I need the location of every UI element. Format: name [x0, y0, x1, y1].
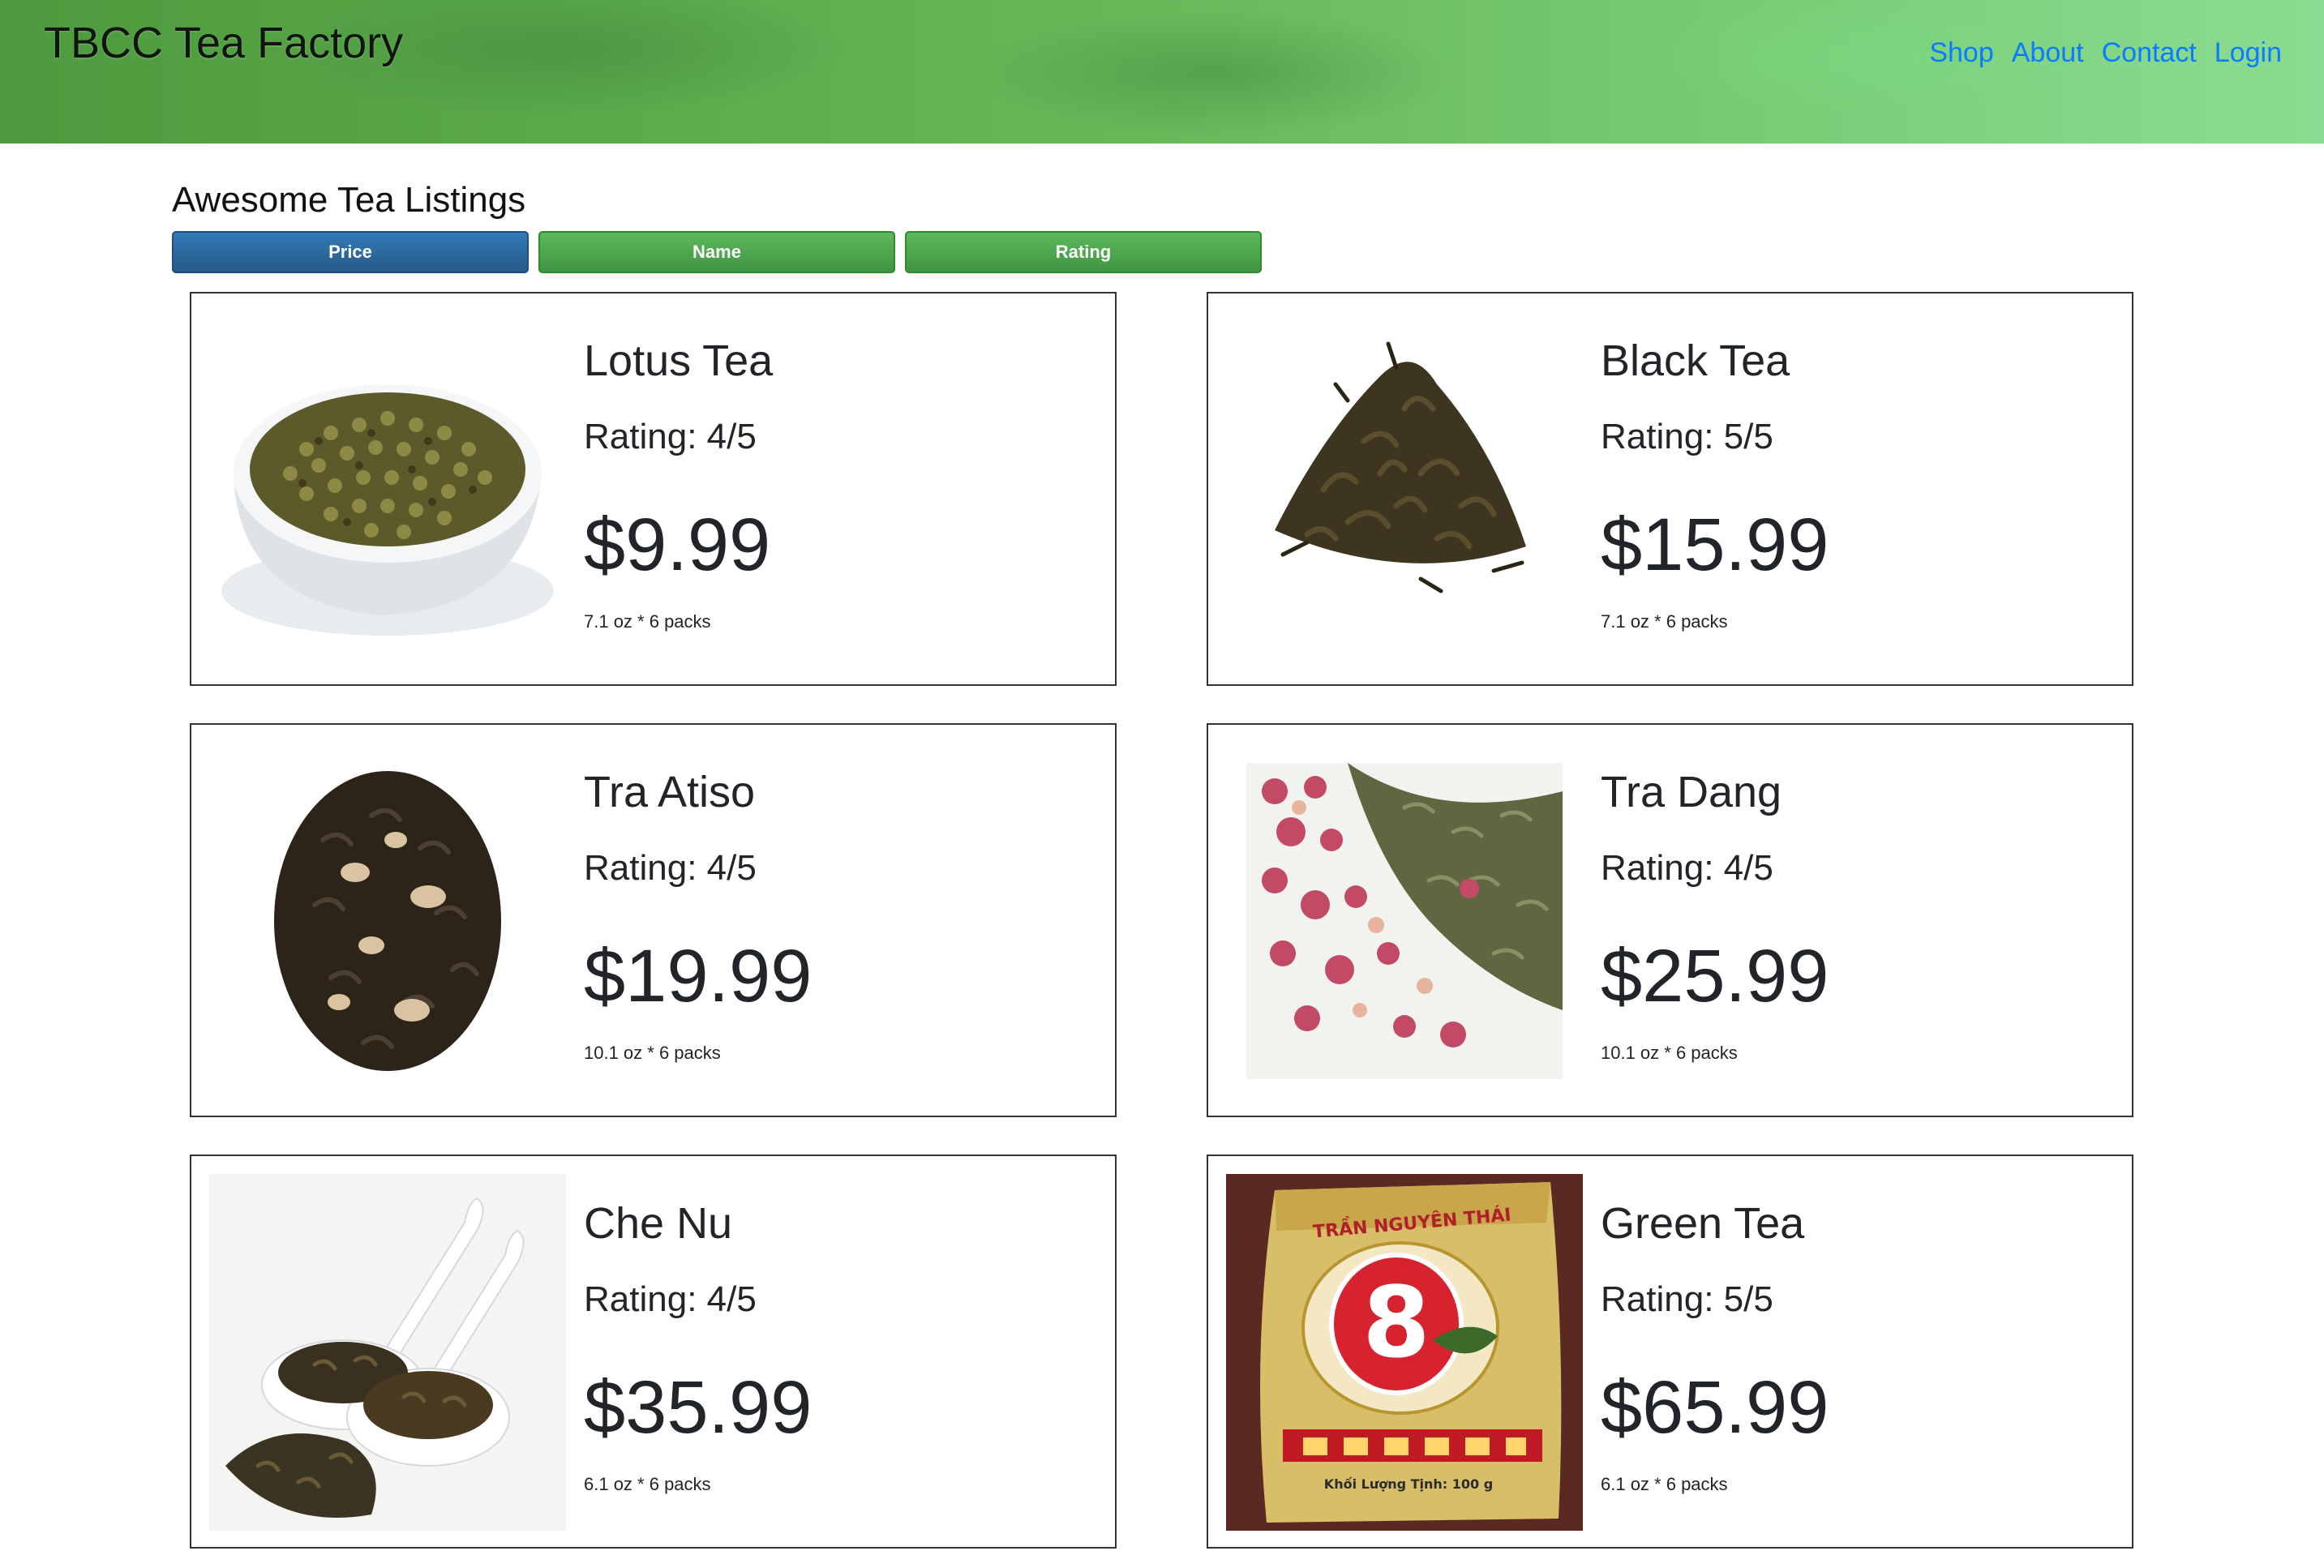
product-size: 10.1 oz * 6 packs: [584, 1043, 721, 1063]
product-image: [1226, 743, 1583, 1099]
product-image: [1226, 311, 1583, 668]
product-size: 6.1 oz * 6 packs: [1601, 1474, 1728, 1494]
jasmine-leaf-pile-icon: [209, 743, 566, 1099]
rosebud-tea-icon: [1226, 743, 1583, 1099]
product-rating: Rating: 5/5: [1601, 417, 1773, 456]
sort-by-name-button[interactable]: Name: [538, 231, 895, 273]
product-price: $19.99: [584, 935, 813, 1017]
product-rating: Rating: 4/5: [1601, 848, 1773, 888]
package-number-text: 8: [1362, 1267, 1430, 1380]
product-rating: Rating: 5/5: [1601, 1279, 1773, 1319]
loose-leaf-pile-icon: [1226, 311, 1583, 668]
product-price: $15.99: [1601, 503, 1829, 586]
product-image: TRẦN NGUYÊN THÁI 8 Khối Lượng Tịnh: 100 …: [1226, 1174, 1583, 1531]
page-title: Awesome Tea Listings: [172, 180, 526, 220]
product-image: [209, 1174, 566, 1531]
product-card[interactable]: Lotus Tea Rating: 4/5 $9.99 7.1 oz * 6 p…: [190, 292, 1117, 686]
product-size: 7.1 oz * 6 packs: [1601, 611, 1728, 632]
nav-link-login[interactable]: Login: [2215, 37, 2282, 69]
product-name: Black Tea: [1601, 336, 1790, 385]
product-card[interactable]: Black Tea Rating: 5/5 $15.99 7.1 oz * 6 …: [1207, 292, 2133, 686]
product-price: $9.99: [584, 503, 771, 586]
product-name: Lotus Tea: [584, 336, 774, 385]
package-weight-text: Khối Lượng Tịnh: 100 g: [1324, 1476, 1493, 1492]
product-rating: Rating: 4/5: [584, 848, 757, 888]
product-card[interactable]: Tra Atiso Rating: 4/5 $19.99 10.1 oz * 6…: [190, 723, 1117, 1117]
nav-link-about[interactable]: About: [2012, 37, 2084, 69]
nav-link-shop[interactable]: Shop: [1929, 37, 1993, 69]
product-card[interactable]: TRẦN NGUYÊN THÁI 8 Khối Lượng Tịnh: 100 …: [1207, 1155, 2133, 1549]
product-size: 6.1 oz * 6 packs: [584, 1474, 711, 1494]
product-size: 7.1 oz * 6 packs: [584, 611, 711, 632]
sort-by-rating-button[interactable]: Rating: [905, 231, 1262, 273]
product-rating: Rating: 4/5: [584, 417, 757, 456]
product-price: $25.99: [1601, 935, 1829, 1017]
nav-link-contact[interactable]: Contact: [2102, 37, 2197, 69]
product-card[interactable]: Che Nu Rating: 4/5 $35.99 6.1 oz * 6 pac…: [190, 1155, 1117, 1549]
tea-spoons-icon: [209, 1174, 566, 1531]
product-name: Tra Dang: [1601, 768, 1782, 816]
product-card[interactable]: Tra Dang Rating: 4/5 $25.99 10.1 oz * 6 …: [1207, 723, 2133, 1117]
product-size: 10.1 oz * 6 packs: [1601, 1043, 1738, 1063]
product-name: Tra Atiso: [584, 768, 756, 816]
product-name: Che Nu: [584, 1199, 733, 1248]
site-brand[interactable]: TBCC Tea Factory: [44, 18, 403, 68]
sort-by-price-button[interactable]: Price: [172, 231, 529, 273]
product-price: $65.99: [1601, 1366, 1829, 1449]
product-name: Green Tea: [1601, 1199, 1805, 1248]
product-price: $35.99: [584, 1366, 813, 1449]
site-header: TBCC Tea Factory Shop About Contact Logi…: [0, 0, 2324, 144]
main-nav: Shop About Contact Login: [1929, 37, 2282, 69]
product-image: [209, 743, 566, 1099]
sort-controls: Price Name Rating: [172, 231, 1262, 273]
product-rating: Rating: 4/5: [584, 1279, 757, 1319]
tea-package-icon: TRẦN NGUYÊN THÁI 8 Khối Lượng Tịnh: 100 …: [1226, 1174, 1583, 1531]
product-image: [209, 311, 566, 668]
bowl-of-rolled-tea-icon: [209, 311, 566, 668]
